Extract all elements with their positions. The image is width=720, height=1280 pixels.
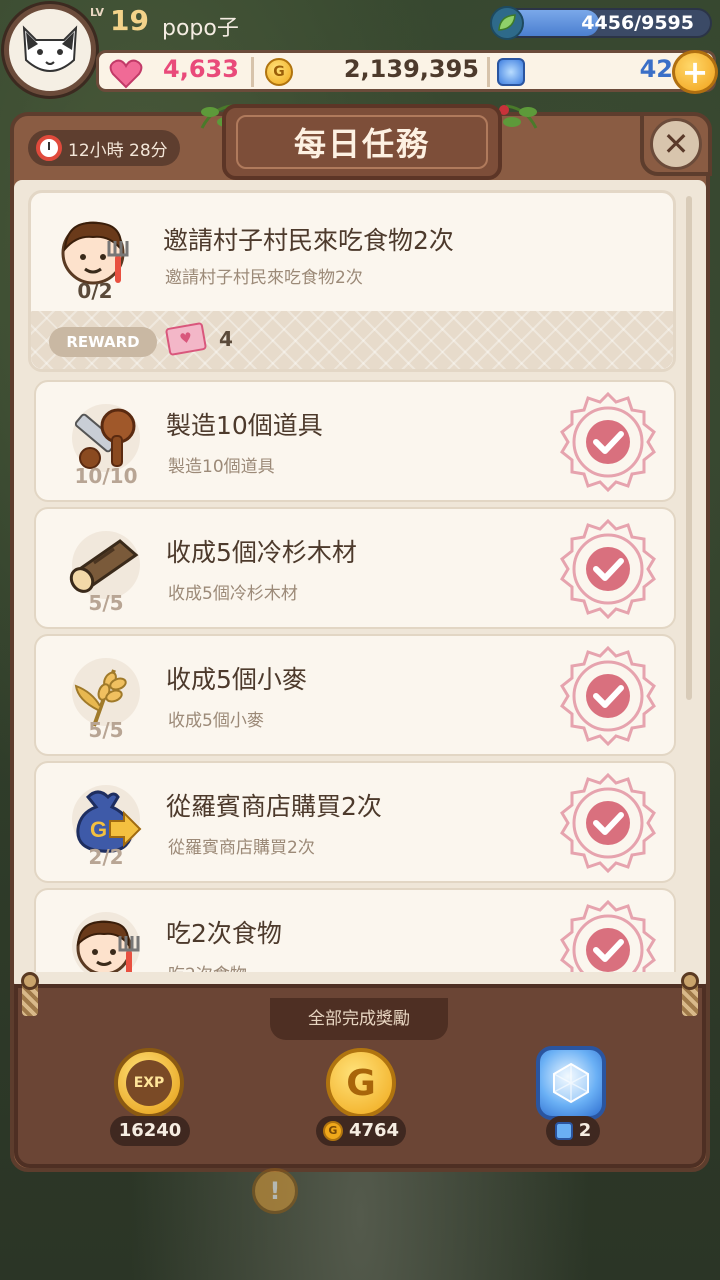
gem-reward-value: 2 bbox=[546, 1116, 600, 1146]
task-description: 吃2次食物 bbox=[168, 960, 247, 972]
task-progress: 0/2 bbox=[77, 279, 113, 303]
gem-icon bbox=[497, 58, 525, 86]
task-title: 邀請村子村民來吃食物2次 bbox=[163, 226, 454, 255]
completed-check-icon bbox=[560, 645, 656, 747]
currency-divider bbox=[487, 57, 490, 87]
task-description: 收成5個小麥 bbox=[168, 711, 264, 731]
task-card[interactable]: 0/2 邀請村子村民來吃食物2次 邀請村子村民來吃食物2次 REWARD ♥ 4 bbox=[28, 190, 676, 372]
task-list[interactable]: 0/2 邀請村子村民來吃食物2次 邀請村子村民來吃食物2次 REWARD ♥ 4… bbox=[28, 190, 680, 972]
exp-progress-text: 4456/9595 bbox=[581, 12, 694, 34]
villager-fork-icon bbox=[72, 912, 140, 972]
timer-text: 12小時 28分 bbox=[68, 140, 168, 161]
task-title: 製造10個道具 bbox=[166, 411, 323, 440]
task-progress: 5/5 bbox=[88, 591, 124, 615]
reward-badge: REWARD bbox=[49, 327, 157, 357]
player-name: popo子 bbox=[162, 16, 239, 41]
task-description: 從羅賓商店購買2次 bbox=[168, 838, 315, 858]
task-card[interactable]: 5/5 收成5個小麥 收成5個小麥 bbox=[34, 634, 676, 756]
exp-reward-icon: EXP bbox=[114, 1048, 184, 1118]
task-card[interactable]: 10/10 製造10個道具 製造10個道具 bbox=[34, 380, 676, 502]
task-title: 從羅賓商店購買2次 bbox=[166, 792, 382, 821]
currency-divider bbox=[251, 57, 254, 87]
heart-icon bbox=[109, 59, 143, 89]
completion-reward-label: 全部完成獎勵 bbox=[270, 998, 448, 1040]
task-title: 收成5個冷杉木材 bbox=[166, 538, 357, 567]
completed-check-icon bbox=[560, 772, 656, 874]
close-icon: ✕ bbox=[650, 118, 702, 170]
dialog-title: 每日任務 bbox=[236, 115, 488, 169]
task-description: 製造10個道具 bbox=[168, 457, 275, 477]
reset-timer: 12小時 28分 bbox=[28, 130, 180, 166]
gold-reward-value: G 4764 bbox=[316, 1116, 406, 1146]
close-button[interactable]: ✕ bbox=[640, 112, 712, 176]
task-card[interactable]: 5/5 收成5個冷杉木材 收成5個冷杉木材 bbox=[34, 507, 676, 629]
currency-bar: 4,633 G 2,139,395 42 bbox=[96, 50, 716, 92]
gem-count: 42 bbox=[639, 55, 673, 83]
exp-reward-value: 16240 bbox=[110, 1116, 190, 1146]
pin-decoration bbox=[21, 972, 39, 990]
task-title: 吃2次食物 bbox=[166, 919, 282, 948]
mini-gold-coin-icon: G bbox=[322, 1121, 343, 1141]
svg-text:G: G bbox=[90, 817, 107, 842]
completed-check-icon bbox=[560, 391, 656, 493]
pin-decoration bbox=[681, 972, 699, 990]
task-progress: 2/2 bbox=[88, 845, 124, 869]
reward-count: 4 bbox=[219, 327, 233, 351]
top-status-bar: LV 19 popo子 4456/9595 4,633 G 2,139,395 … bbox=[0, 0, 720, 100]
task-title: 收成5個小麥 bbox=[166, 665, 307, 694]
completed-check-icon bbox=[560, 899, 656, 972]
task-description: 邀請村子村民來吃食物2次 bbox=[165, 268, 363, 288]
gold-reward-icon: G bbox=[326, 1048, 396, 1118]
gem-reward-icon bbox=[536, 1046, 606, 1120]
task-progress: 5/5 bbox=[88, 718, 124, 742]
alarm-clock-icon bbox=[36, 135, 62, 161]
heart-count: 4,633 bbox=[163, 55, 239, 83]
leaf-exp-icon bbox=[490, 6, 524, 40]
exp-icon-text: EXP bbox=[126, 1060, 172, 1106]
task-progress: 10/10 bbox=[74, 464, 138, 488]
completed-check-icon bbox=[560, 518, 656, 620]
dialog-title-plate: 每日任務 bbox=[222, 104, 502, 180]
gold-coin-icon: G bbox=[265, 58, 293, 86]
task-list-scrollbar[interactable] bbox=[686, 196, 692, 700]
map-marker-icon: ! bbox=[252, 1168, 298, 1214]
cat-avatar-icon bbox=[22, 25, 78, 72]
diamond-icon bbox=[553, 1062, 589, 1104]
exp-reward-amount: 16240 bbox=[118, 1120, 182, 1141]
player-avatar[interactable] bbox=[4, 4, 96, 96]
player-level: 19 bbox=[110, 4, 149, 37]
level-prefix: LV bbox=[90, 6, 105, 19]
task-description: 收成5個冷杉木材 bbox=[168, 584, 298, 604]
task-card[interactable]: 吃2次食物 吃2次食物 bbox=[34, 888, 676, 972]
gold-reward-amount: 4764 bbox=[348, 1120, 400, 1141]
mini-gem-icon bbox=[554, 1122, 573, 1140]
task-card[interactable]: G 2/2 從羅賓商店購買2次 從羅賓商店購買2次 bbox=[34, 761, 676, 883]
gem-reward-amount: 2 bbox=[578, 1120, 592, 1141]
buy-gems-plus-button[interactable]: + bbox=[672, 50, 718, 94]
gold-count: 2,139,395 bbox=[343, 55, 479, 83]
